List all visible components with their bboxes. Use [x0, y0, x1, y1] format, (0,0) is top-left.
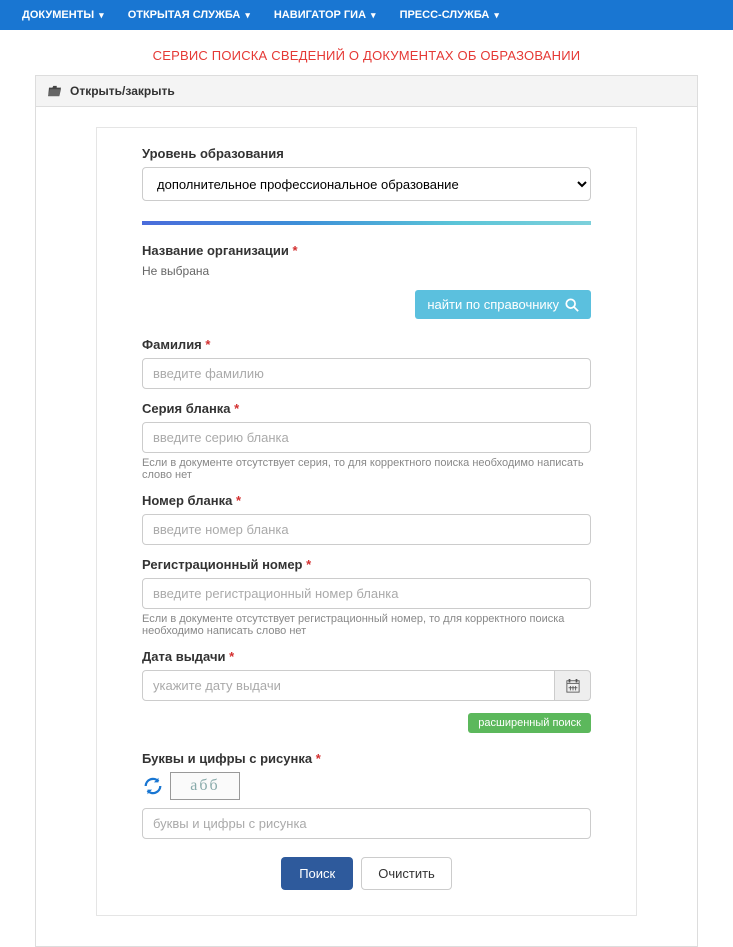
lastname-input[interactable]: [142, 358, 591, 389]
org-label: Название организации *: [142, 243, 591, 258]
nav-item-navigator-gia[interactable]: НАВИГАТОР ГИА ▾: [262, 9, 388, 21]
chevron-down-icon: ▾: [245, 10, 250, 21]
search-button[interactable]: Поиск: [281, 857, 353, 890]
calendar-button[interactable]: [555, 670, 591, 701]
nav-item-open-service[interactable]: ОТКРЫТАЯ СЛУЖБА ▾: [116, 9, 262, 21]
action-row: Поиск Очистить: [97, 857, 636, 890]
date-label: Дата выдачи *: [142, 649, 591, 664]
nav-label: ПРЕСС-СЛУЖБА: [400, 9, 490, 21]
calendar-icon: [566, 679, 580, 693]
date-input[interactable]: [142, 670, 555, 701]
level-select[interactable]: дополнительное профессиональное образова…: [142, 167, 591, 201]
nav-label: ДОКУМЕНТЫ: [22, 9, 94, 21]
field-education-level: Уровень образования дополнительное профе…: [142, 146, 591, 201]
reg-label: Регистрационный номер *: [142, 557, 591, 572]
chevron-down-icon: ▾: [371, 10, 376, 21]
lookup-button[interactable]: найти по справочнику: [415, 290, 591, 319]
lookup-label: найти по справочнику: [427, 297, 559, 312]
top-nav: ДОКУМЕНТЫ ▾ ОТКРЫТАЯ СЛУЖБА ▾ НАВИГАТОР …: [0, 0, 733, 30]
lastname-label: Фамилия *: [142, 337, 591, 352]
search-icon: [565, 298, 579, 312]
field-captcha-input: [142, 808, 591, 839]
clear-button[interactable]: Очистить: [361, 857, 452, 890]
folder-open-icon: [48, 85, 62, 97]
org-lookup-row: найти по справочнику: [142, 290, 591, 319]
captcha-row: абб: [142, 772, 591, 800]
search-panel: Открыть/закрыть Уровень образования допо…: [35, 75, 698, 947]
field-lastname: Фамилия *: [142, 337, 591, 389]
required-mark: *: [306, 557, 311, 572]
number-input[interactable]: [142, 514, 591, 545]
chevron-down-icon: ▾: [494, 10, 499, 21]
chevron-down-icon: ▾: [99, 10, 104, 21]
nav-item-press[interactable]: ПРЕСС-СЛУЖБА ▾: [388, 9, 511, 21]
page-title: СЕРВИС ПОИСКА СВЕДЕНИЙ О ДОКУМЕНТАХ ОБ О…: [0, 30, 733, 75]
field-date: Дата выдачи *: [142, 649, 591, 701]
required-mark: *: [316, 751, 321, 766]
captcha-label: Буквы и цифры с рисунка *: [142, 751, 591, 766]
captcha-image: абб: [170, 772, 240, 800]
panel-toggle[interactable]: Открыть/закрыть: [36, 76, 697, 107]
refresh-icon[interactable]: [142, 775, 164, 797]
panel-toggle-label: Открыть/закрыть: [70, 84, 175, 98]
required-mark: *: [234, 401, 239, 416]
panel-body: Уровень образования дополнительное профе…: [36, 107, 697, 946]
field-organization: Название организации * Не выбрана: [142, 243, 591, 278]
nav-item-documents[interactable]: ДОКУМЕНТЫ ▾: [10, 9, 116, 21]
number-label: Номер бланка *: [142, 493, 591, 508]
field-captcha: Буквы и цифры с рисунка *: [142, 751, 591, 766]
level-label: Уровень образования: [142, 146, 591, 161]
required-mark: *: [229, 649, 234, 664]
field-number: Номер бланка *: [142, 493, 591, 545]
nav-label: ОТКРЫТАЯ СЛУЖБА: [128, 9, 241, 21]
org-value: Не выбрана: [142, 264, 591, 278]
series-label: Серия бланка *: [142, 401, 591, 416]
required-mark: *: [236, 493, 241, 508]
form-container: Уровень образования дополнительное профе…: [96, 127, 637, 916]
required-mark: *: [292, 243, 297, 258]
field-series: Серия бланка * Если в документе отсутств…: [142, 401, 591, 481]
advanced-search-button[interactable]: расширенный поиск: [468, 713, 591, 733]
gradient-divider: [142, 221, 591, 225]
field-reg-number: Регистрационный номер * Если в документе…: [142, 557, 591, 637]
series-hint: Если в документе отсутствует серия, то д…: [142, 457, 591, 481]
series-input[interactable]: [142, 422, 591, 453]
required-mark: *: [205, 337, 210, 352]
advanced-row: расширенный поиск: [142, 713, 591, 733]
nav-label: НАВИГАТОР ГИА: [274, 9, 366, 21]
captcha-input[interactable]: [142, 808, 591, 839]
reg-hint: Если в документе отсутствует регистрацио…: [142, 613, 591, 637]
reg-input[interactable]: [142, 578, 591, 609]
